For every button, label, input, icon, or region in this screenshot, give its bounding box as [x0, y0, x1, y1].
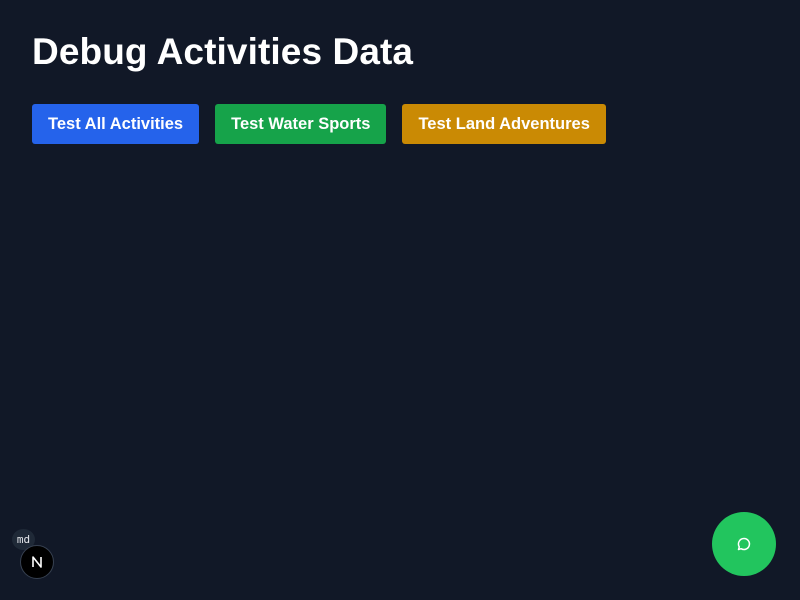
test-land-adventures-button[interactable]: Test Land Adventures — [402, 104, 606, 144]
nextjs-logo-icon — [32, 556, 42, 568]
chat-bubble-icon — [737, 537, 751, 551]
nextjs-dev-indicator[interactable] — [20, 545, 54, 579]
test-water-sports-button[interactable]: Test Water Sports — [215, 104, 387, 144]
page: Debug Activities Data Test All Activitie… — [0, 0, 800, 600]
page-title: Debug Activities Data — [32, 31, 414, 72]
test-all-activities-button[interactable]: Test All Activities — [32, 104, 200, 144]
chat-button[interactable] — [712, 512, 776, 576]
test-button-row: Test All Activities Test Water Sports Te… — [32, 104, 606, 144]
